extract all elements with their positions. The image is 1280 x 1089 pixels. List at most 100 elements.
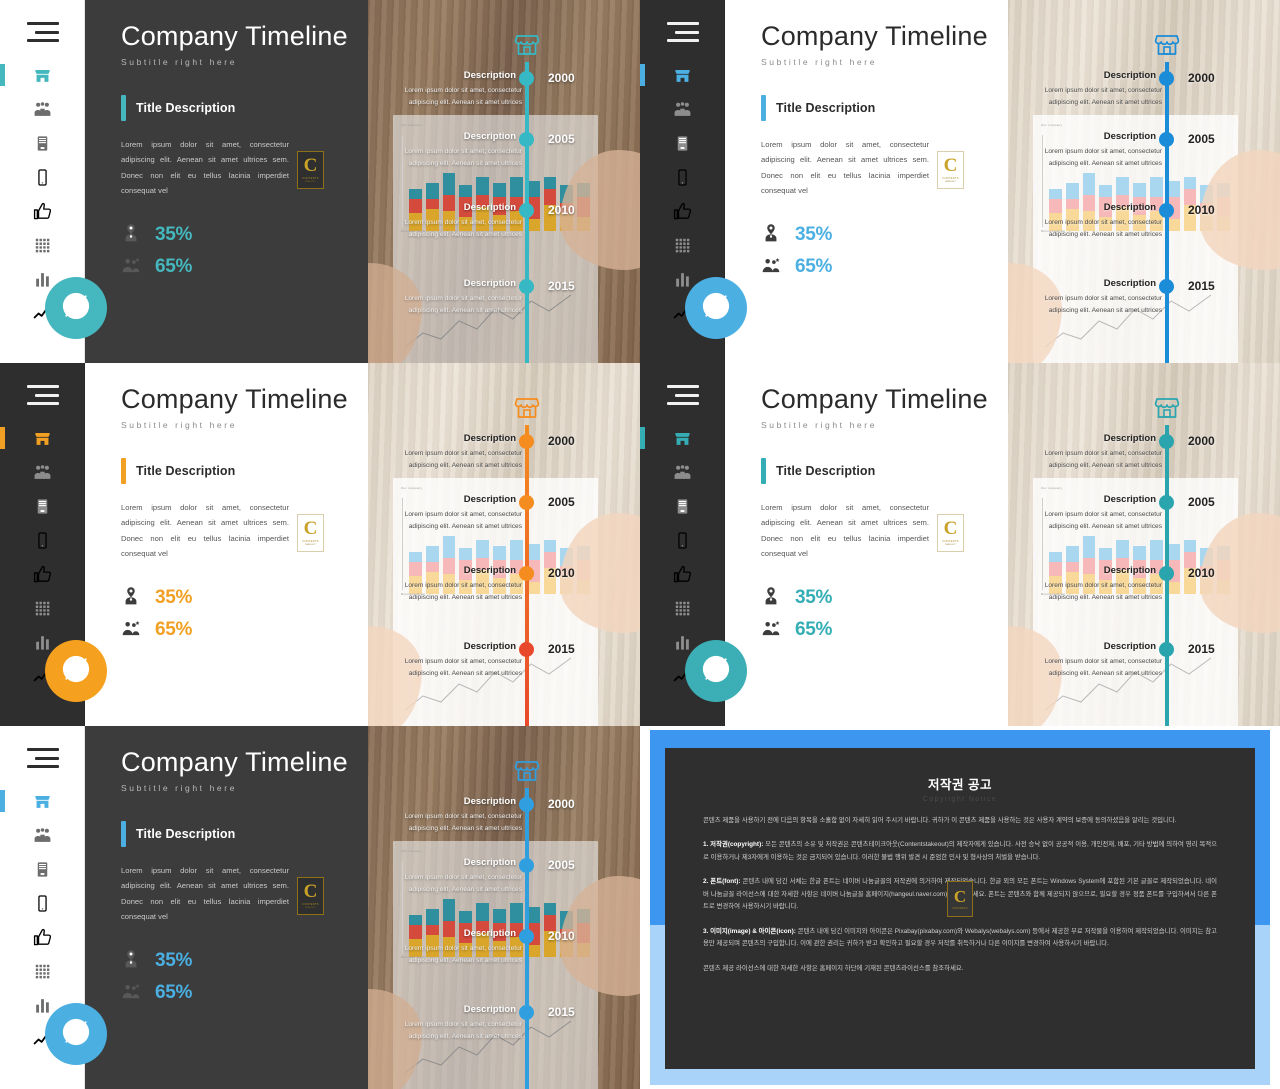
bar-chart-icon[interactable] bbox=[33, 633, 52, 652]
sidebar-item-people[interactable] bbox=[640, 92, 725, 126]
sidebar-item-people[interactable] bbox=[0, 818, 85, 852]
stats-group: 35% 65% bbox=[761, 586, 988, 643]
mobile-icon[interactable] bbox=[33, 894, 52, 913]
sidebar-item-thumbs-up[interactable] bbox=[640, 557, 725, 591]
hamburger-menu-icon[interactable] bbox=[666, 22, 699, 42]
timeline-year: 2000 bbox=[548, 797, 575, 811]
sidebar bbox=[640, 363, 747, 726]
people-icon[interactable] bbox=[33, 100, 52, 119]
bar-chart-icon[interactable] bbox=[673, 633, 692, 652]
copyright-paragraph: 1. 저작권(copyright): 모든 콘텐츠의 소유 및 저작권은 콘텐츠… bbox=[703, 841, 1217, 861]
logo-line2: TAKEOUT bbox=[305, 907, 316, 910]
contents-takeout-logo: C CONTENTS TAKEOUT bbox=[297, 876, 324, 915]
sidebar-item-grid[interactable] bbox=[0, 591, 85, 625]
sidebar-item-grid[interactable] bbox=[640, 228, 725, 262]
sidebar-item-mobile[interactable] bbox=[0, 160, 85, 194]
thumbs-up-icon[interactable] bbox=[33, 565, 52, 584]
grid-icon[interactable] bbox=[33, 962, 52, 981]
sidebar-item-store[interactable] bbox=[0, 421, 85, 455]
sidebar-item-grid[interactable] bbox=[640, 591, 725, 625]
sidebar-item-book[interactable] bbox=[640, 489, 725, 523]
store-icon[interactable] bbox=[673, 429, 692, 448]
store-icon[interactable] bbox=[33, 66, 52, 85]
sidebar-item-grid[interactable] bbox=[0, 228, 85, 262]
timeline-year: 2010 bbox=[1188, 566, 1215, 580]
sidebar-item-thumbs-up[interactable] bbox=[640, 194, 725, 228]
body-row: Lorem ipsum dolor sit amet, consectetur … bbox=[121, 863, 348, 925]
store-icon[interactable] bbox=[673, 66, 692, 85]
sidebar-item-book[interactable] bbox=[0, 489, 85, 523]
hamburger-menu-icon[interactable] bbox=[26, 748, 59, 768]
disc-badge-button[interactable] bbox=[685, 277, 747, 339]
mobile-icon[interactable] bbox=[673, 168, 692, 187]
people-icon[interactable] bbox=[673, 463, 692, 482]
mobile-icon[interactable] bbox=[33, 531, 52, 550]
mobile-icon[interactable] bbox=[673, 531, 692, 550]
section-title: Title Description bbox=[136, 100, 236, 115]
stat-value: 35% bbox=[795, 587, 833, 609]
timeline-heading: Description bbox=[463, 641, 516, 652]
bar-chart-icon[interactable] bbox=[33, 270, 52, 289]
book-icon[interactable] bbox=[673, 497, 692, 516]
sidebar-item-mobile[interactable] bbox=[640, 523, 725, 557]
timeline-year: 2000 bbox=[1188, 71, 1215, 85]
sidebar-item-people[interactable] bbox=[0, 92, 85, 126]
book-icon[interactable] bbox=[673, 134, 692, 153]
people-icon[interactable] bbox=[33, 826, 52, 845]
hamburger-menu-icon[interactable] bbox=[666, 385, 699, 405]
thumbs-up-icon[interactable] bbox=[33, 928, 52, 947]
bar-chart-icon[interactable] bbox=[33, 996, 52, 1015]
content-panel: Company Timeline Subtitle right here Tit… bbox=[85, 363, 368, 726]
disc-badge-button[interactable] bbox=[45, 640, 107, 702]
sidebar-item-store[interactable] bbox=[640, 58, 725, 92]
hamburger-menu-icon[interactable] bbox=[26, 22, 59, 42]
contents-takeout-logo: C CONTENTS TAKEOUT bbox=[297, 150, 324, 189]
sidebar-item-thumbs-up[interactable] bbox=[0, 557, 85, 591]
timeline-text: Lorem ipsum dolor sit amet, consectetur … bbox=[1044, 219, 1162, 239]
sidebar-item-store[interactable] bbox=[640, 421, 725, 455]
store-icon[interactable] bbox=[33, 429, 52, 448]
sidebar-item-book[interactable] bbox=[640, 126, 725, 160]
section-header: Title Description bbox=[761, 457, 988, 484]
disc-badge-button[interactable] bbox=[685, 640, 747, 702]
grid-icon[interactable] bbox=[673, 599, 692, 618]
people-icon[interactable] bbox=[673, 100, 692, 119]
timeline-dot bbox=[519, 434, 534, 449]
section-header: Title Description bbox=[121, 820, 348, 847]
timeline-year: 2005 bbox=[1188, 132, 1215, 146]
sidebar-item-store[interactable] bbox=[0, 58, 85, 92]
bar-chart-icon[interactable] bbox=[673, 270, 692, 289]
group-people-icon bbox=[761, 618, 781, 643]
disc-badge-button[interactable] bbox=[45, 1003, 107, 1065]
hamburger-menu-icon[interactable] bbox=[26, 385, 59, 405]
grid-icon[interactable] bbox=[33, 236, 52, 255]
timeline-text: Lorem ipsum dolor sit amet, consectetur … bbox=[404, 511, 522, 531]
sidebar-item-book[interactable] bbox=[0, 852, 85, 886]
sidebar-item-thumbs-up[interactable] bbox=[0, 920, 85, 954]
book-icon[interactable] bbox=[33, 497, 52, 516]
people-icon[interactable] bbox=[33, 463, 52, 482]
sidebar-item-people[interactable] bbox=[0, 455, 85, 489]
store-icon[interactable] bbox=[33, 792, 52, 811]
disc-badge-button[interactable] bbox=[45, 277, 107, 339]
sidebar-item-mobile[interactable] bbox=[640, 160, 725, 194]
sidebar-item-mobile[interactable] bbox=[0, 886, 85, 920]
sidebar-item-mobile[interactable] bbox=[0, 523, 85, 557]
sidebar-item-people[interactable] bbox=[640, 455, 725, 489]
body-row: Lorem ipsum dolor sit amet, consectetur … bbox=[121, 137, 348, 199]
sidebar-item-store[interactable] bbox=[0, 784, 85, 818]
mobile-icon[interactable] bbox=[33, 168, 52, 187]
thumbs-up-icon[interactable] bbox=[673, 565, 692, 584]
slide-3: Our company Business Grow Description Lo… bbox=[0, 363, 640, 726]
sidebar-item-grid[interactable] bbox=[0, 954, 85, 988]
accent-bar bbox=[761, 457, 766, 484]
grid-icon[interactable] bbox=[673, 236, 692, 255]
thumbs-up-icon[interactable] bbox=[33, 202, 52, 221]
grid-icon[interactable] bbox=[33, 599, 52, 618]
book-icon[interactable] bbox=[33, 860, 52, 879]
person-pin-icon bbox=[121, 949, 141, 974]
book-icon[interactable] bbox=[33, 134, 52, 153]
sidebar-item-book[interactable] bbox=[0, 126, 85, 160]
sidebar-item-thumbs-up[interactable] bbox=[0, 194, 85, 228]
thumbs-up-icon[interactable] bbox=[673, 202, 692, 221]
